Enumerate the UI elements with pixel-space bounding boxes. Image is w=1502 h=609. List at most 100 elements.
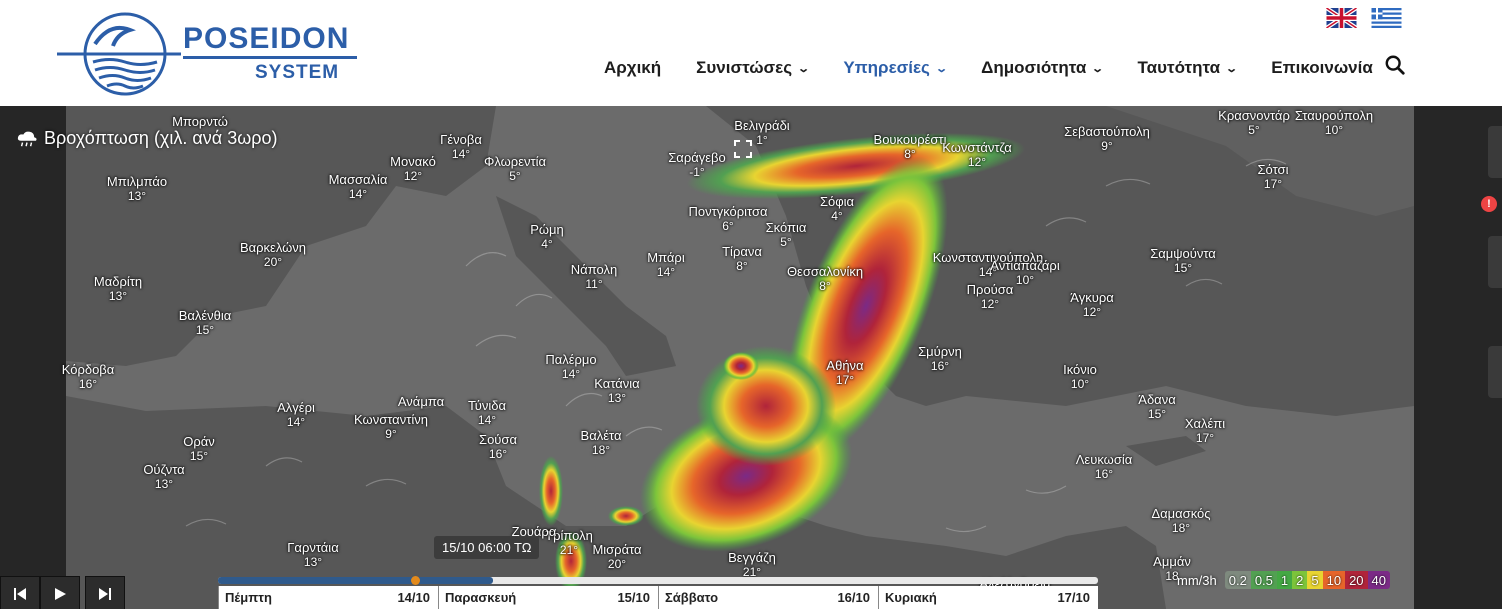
city-name: Κρασνοντάρ: [1218, 108, 1290, 123]
city-temperature: 14°: [286, 415, 306, 429]
city-label[interactable]: Άγκυρα 12°: [1070, 290, 1113, 320]
city-label[interactable]: Ικόνιο 10°: [1063, 362, 1097, 392]
city-label[interactable]: Μασσαλία 14°: [329, 172, 388, 202]
site-header: POSEIDON SYSTEM Αρχική Συνιστώσες ⌄ Υπηρεσί…: [0, 0, 1502, 106]
city-label[interactable]: Δαμασκός 18°: [1151, 506, 1210, 536]
city-label[interactable]: Σκόπια 5°: [766, 220, 807, 250]
city-label[interactable]: Κρασνοντάρ 5°: [1218, 108, 1290, 138]
city-label[interactable]: Σταυρούπολη 10°: [1295, 108, 1373, 138]
city-label[interactable]: Κωνσταντίνη 9°: [354, 412, 428, 442]
skip-forward-button[interactable]: [85, 576, 125, 609]
city-name: Σαράγεβο: [668, 150, 726, 165]
city-name: Μπιλμπάο: [106, 174, 168, 189]
search-icon[interactable]: [1384, 54, 1406, 76]
city-label[interactable]: Σόφια 4°: [820, 194, 854, 224]
city-name: Κωνστάντζα: [942, 140, 1012, 155]
city-temperature: 9°: [1101, 139, 1113, 153]
city-label[interactable]: Σεβαστούπολη 9°: [1064, 124, 1150, 154]
city-label[interactable]: Ούζντα 13°: [143, 462, 184, 492]
city-label[interactable]: Προύσα 12°: [967, 282, 1014, 312]
rain-cloud-icon: [17, 131, 37, 146]
city-label[interactable]: Σμύρνη 16°: [918, 344, 962, 374]
city-name: Φλωρεντία: [483, 154, 547, 169]
city-label[interactable]: Γαρντάια 13°: [287, 540, 338, 570]
city-label[interactable]: Τύνιδα 14°: [468, 398, 506, 428]
city-label[interactable]: Οράν 15°: [183, 434, 215, 464]
timeline-day[interactable]: Παρασκευή 15/10: [438, 586, 658, 609]
play-button[interactable]: [40, 576, 80, 609]
city-label[interactable]: Αλγέρι 14°: [277, 400, 315, 430]
poseidon-logo[interactable]: POSEIDON SYSTEM: [55, 10, 365, 102]
nav-item-5[interactable]: Επικοινωνία: [1271, 58, 1373, 78]
city-label[interactable]: Κόρδοβα 16°: [62, 362, 115, 392]
day-name: Κυριακή: [885, 590, 937, 605]
city-label[interactable]: Μαδρίτη 13°: [94, 274, 142, 304]
legend-step: 10: [1322, 571, 1346, 589]
city-label[interactable]: Νάπολη 11°: [571, 262, 617, 292]
city-label[interactable]: Θεσσαλονίκη 8°: [787, 264, 863, 294]
legend-step: 40: [1367, 571, 1390, 589]
city-label[interactable]: Σότσι 17°: [1258, 162, 1289, 192]
city-label[interactable]: Παλέρμο 14°: [545, 352, 596, 382]
city-label[interactable]: Βαλέτα 18°: [581, 428, 622, 458]
day-date: 16/10: [837, 590, 870, 605]
city-label[interactable]: Βελιγράδι 1°: [734, 118, 789, 148]
city-label[interactable]: Κωνστάντζα 12°: [942, 140, 1011, 170]
city-temperature: 18°: [1171, 521, 1191, 535]
city-label[interactable]: Αθήνα 17°: [826, 358, 863, 388]
warning-icon[interactable]: !: [1481, 196, 1497, 212]
nav-item-3[interactable]: Δημοσιότητα ⌄: [981, 58, 1104, 78]
city-temperature: 5°: [509, 169, 521, 183]
legend-unit: mm/3h: [1177, 572, 1217, 588]
city-name: Οράν: [183, 434, 215, 449]
city-label[interactable]: Ρώμη 4°: [530, 222, 564, 252]
panel-tab[interactable]: [1488, 126, 1502, 178]
city-label[interactable]: Βαρκελώνη 20°: [240, 240, 306, 270]
city-label[interactable]: Βουκουρέστι 8°: [874, 132, 947, 162]
city-label[interactable]: Μισράτα 20°: [592, 542, 641, 572]
nav-item-4[interactable]: Ταυτότητα ⌄: [1138, 58, 1239, 78]
city-temperature: 10°: [1070, 377, 1090, 391]
chevron-down-icon: ⌄: [1225, 62, 1239, 75]
timeline-day[interactable]: Κυριακή 17/10: [878, 586, 1098, 609]
city-label[interactable]: Μπορντώ: [172, 114, 228, 129]
timeline-day[interactable]: Σάββατο 16/10: [658, 586, 878, 609]
city-temperature: 16°: [1094, 467, 1114, 481]
city-name: Ρώμη: [530, 222, 564, 237]
city-label[interactable]: Σαράγεβο -1°: [668, 150, 725, 180]
city-label[interactable]: Μπάρι 14°: [647, 250, 684, 280]
nav-item-0[interactable]: Αρχική: [604, 58, 661, 78]
city-label[interactable]: Κατάνια 13°: [594, 376, 639, 406]
timeline-day[interactable]: Πέμπτη 14/10: [218, 586, 438, 609]
panel-tab[interactable]: [1488, 346, 1502, 398]
city-label[interactable]: Βεγγάζη 21°: [728, 550, 776, 580]
city-label[interactable]: Φλωρεντία 5°: [484, 154, 546, 184]
timeline-slider[interactable]: [218, 576, 1098, 585]
nav-item-1[interactable]: Συνιστώσες ⌄: [696, 58, 810, 78]
city-name: Σαμψούντα: [1150, 246, 1216, 261]
city-temperature: 14°: [656, 265, 676, 279]
city-name: Σμύρνη: [918, 344, 962, 359]
city-label[interactable]: Άδανα 15°: [1138, 392, 1175, 422]
greece-flag-icon[interactable]: [1371, 8, 1402, 28]
city-label[interactable]: Σούσα 16°: [479, 432, 517, 462]
panel-tab[interactable]: [1488, 236, 1502, 288]
city-label[interactable]: Γένοβα 14°: [440, 132, 482, 162]
layer-title-text: Βροχόπτωση (χιλ. ανά 3ωρο): [44, 128, 278, 148]
city-label[interactable]: Ανάμπα: [398, 394, 444, 409]
city-label[interactable]: Τίρανα 8°: [722, 244, 762, 274]
city-label[interactable]: Μπιλμπάο 13°: [107, 174, 167, 204]
city-label[interactable]: Ποντγκόριτσα 6°: [688, 204, 767, 234]
precipitation-map[interactable]: [66, 106, 1414, 609]
city-name: Προύσα: [966, 282, 1014, 297]
city-label[interactable]: Βαλένθια 15°: [179, 308, 232, 338]
city-label[interactable]: Χαλέπι 17°: [1185, 416, 1225, 446]
nav-item-2[interactable]: Υπηρεσίες ⌄: [843, 58, 948, 78]
skip-back-button[interactable]: [0, 576, 40, 609]
uk-flag-icon[interactable]: [1326, 8, 1357, 28]
city-label[interactable]: Λευκωσία 16°: [1076, 452, 1133, 482]
city-label[interactable]: Μονακό 12°: [390, 154, 436, 184]
city-name: Τύνιδα: [467, 398, 507, 413]
city-name: Μασσαλία: [328, 172, 388, 187]
city-label[interactable]: Σαμψούντα 15°: [1150, 246, 1216, 276]
